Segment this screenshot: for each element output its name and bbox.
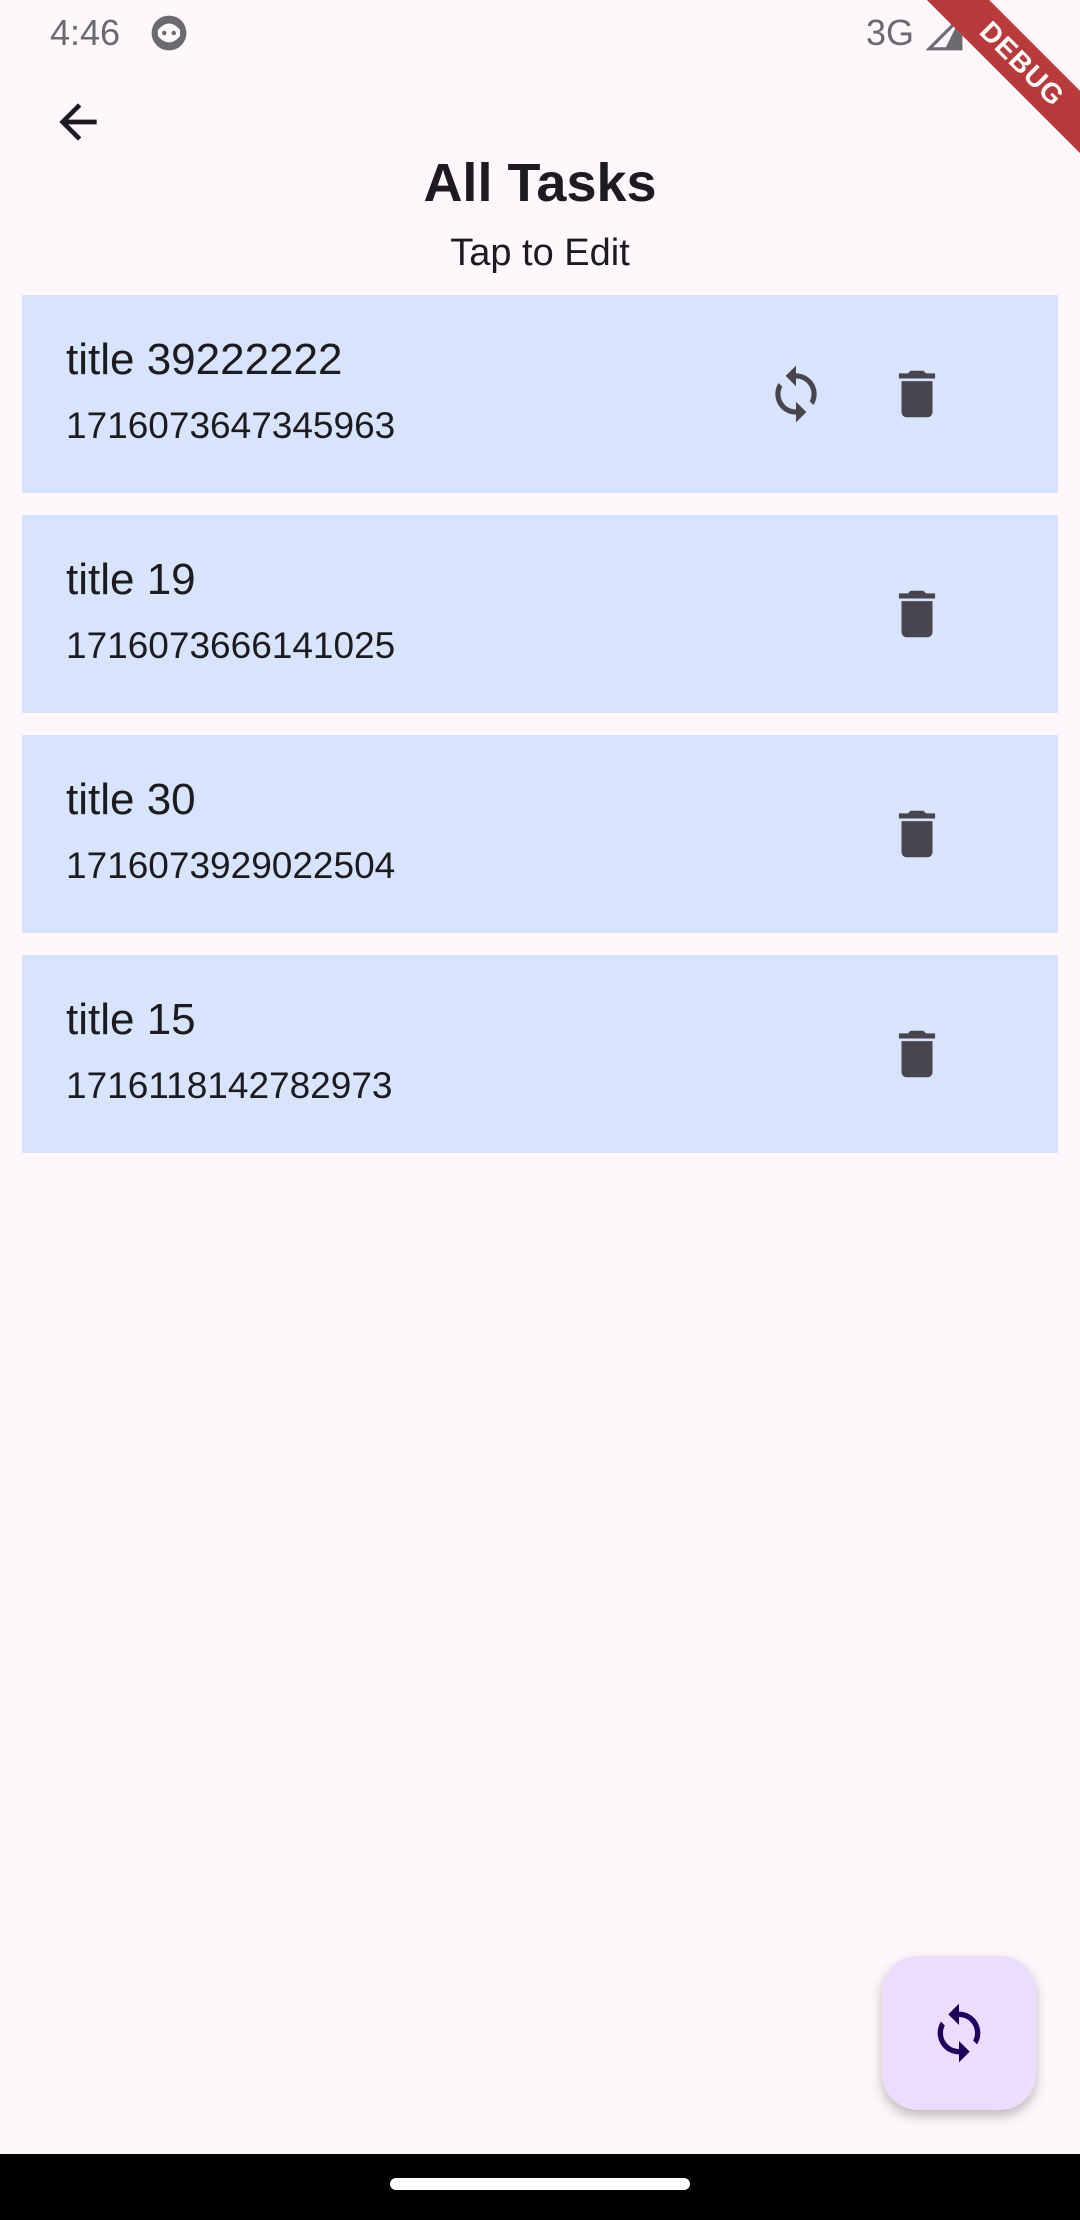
trash-icon (898, 590, 936, 638)
task-title: title 39222222 (66, 335, 343, 384)
task-card[interactable]: title 30 1716073929022504 (22, 735, 1058, 933)
arrow-left-icon (59, 103, 97, 141)
task-id: 1716073647345963 (66, 405, 396, 446)
delete-button[interactable] (877, 574, 957, 654)
back-button[interactable] (42, 86, 114, 158)
network-type: 3G (866, 12, 915, 53)
task-title: title 15 (66, 995, 196, 1044)
task-card[interactable]: title 15 1716118142782973 (22, 955, 1058, 1153)
task-id: 1716073929022504 (66, 845, 396, 886)
navigation-bar (0, 2154, 1080, 2220)
sync-fab[interactable] (882, 1956, 1036, 2110)
home-gesture-handle[interactable] (390, 2178, 690, 2190)
status-time: 4:46 (50, 12, 121, 53)
task-title: title 19 (66, 555, 196, 604)
task-id: 1716073666141025 (66, 625, 396, 666)
sync-icon (937, 2003, 981, 2063)
task-title: title 30 (66, 775, 196, 824)
page-subtitle: Tap to Edit (450, 232, 630, 274)
delete-button[interactable] (877, 354, 957, 434)
trash-icon (898, 810, 936, 858)
delete-button[interactable] (877, 1014, 957, 1094)
signal-icon (926, 14, 963, 51)
status-bar: 4:46 3G (0, 0, 1080, 66)
task-card[interactable]: title 19 1716073666141025 (22, 515, 1058, 713)
face-icon (151, 15, 187, 51)
delete-button[interactable] (877, 794, 957, 874)
task-card[interactable]: title 39222222 1716073647345963 (22, 295, 1058, 493)
trash-icon (898, 370, 936, 418)
trash-icon (898, 1030, 936, 1078)
task-id: 1716118142782973 (66, 1065, 393, 1106)
sync-icon (775, 365, 817, 423)
page-title: All Tasks (423, 153, 657, 213)
task-list: title 39222222 1716073647345963 title 19… (22, 295, 1058, 1175)
sync-button[interactable] (756, 354, 836, 434)
